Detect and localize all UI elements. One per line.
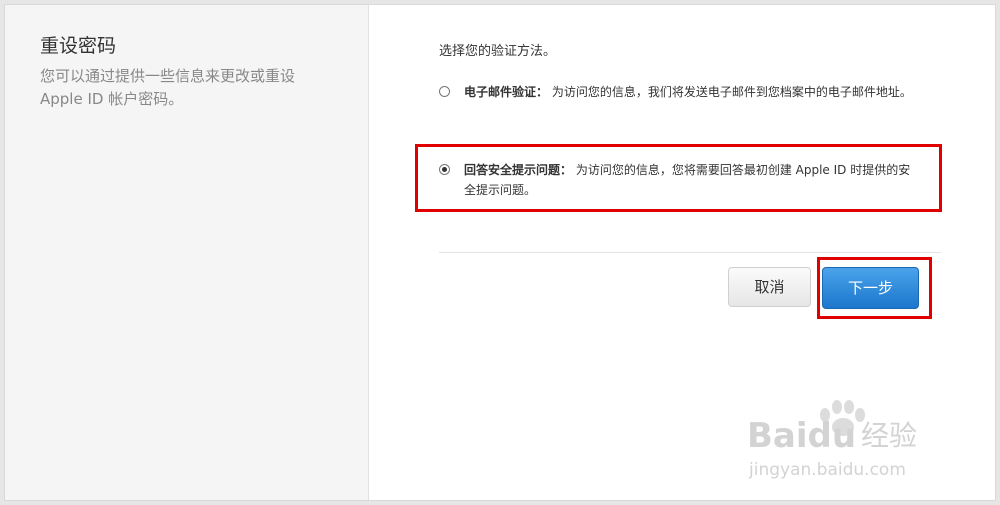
option-label: 电子邮件验证： xyxy=(464,85,549,99)
watermark-url: jingyan.baidu.com xyxy=(748,460,906,480)
watermark-brand: Bai xyxy=(747,416,808,456)
watermark-brand-suffix: du xyxy=(808,416,857,456)
svg-text:Baidu: Baidu xyxy=(747,416,856,456)
verification-prompt: 选择您的验证方法。 xyxy=(439,44,557,59)
divider xyxy=(439,252,941,253)
sidebar: 重设密码 您可以通过提供一些信息来更改或重设 Apple ID 帐户密码。 xyxy=(5,5,369,500)
baidu-jingyan-watermark: Baidu 经验 jingyan.baidu.com xyxy=(747,400,917,480)
email-verification-radio[interactable] xyxy=(439,86,450,97)
option-description: 为访问您的信息，我们将发送电子邮件到您档案中的电子邮件地址。 xyxy=(551,85,912,99)
option-text: 电子邮件验证： 为访问您的信息，我们将发送电子邮件到您档案中的电子邮件地址。 xyxy=(464,82,934,102)
annotation-highlight-next xyxy=(817,257,932,319)
page-title: 重设密码 xyxy=(40,35,117,57)
watermark-product: 经验 xyxy=(861,419,917,452)
page-description: 您可以通过提供一些信息来更改或重设 Apple ID 帐户密码。 xyxy=(40,67,296,108)
annotation-highlight-option xyxy=(415,144,942,212)
cancel-button[interactable]: 取消 xyxy=(728,267,811,307)
